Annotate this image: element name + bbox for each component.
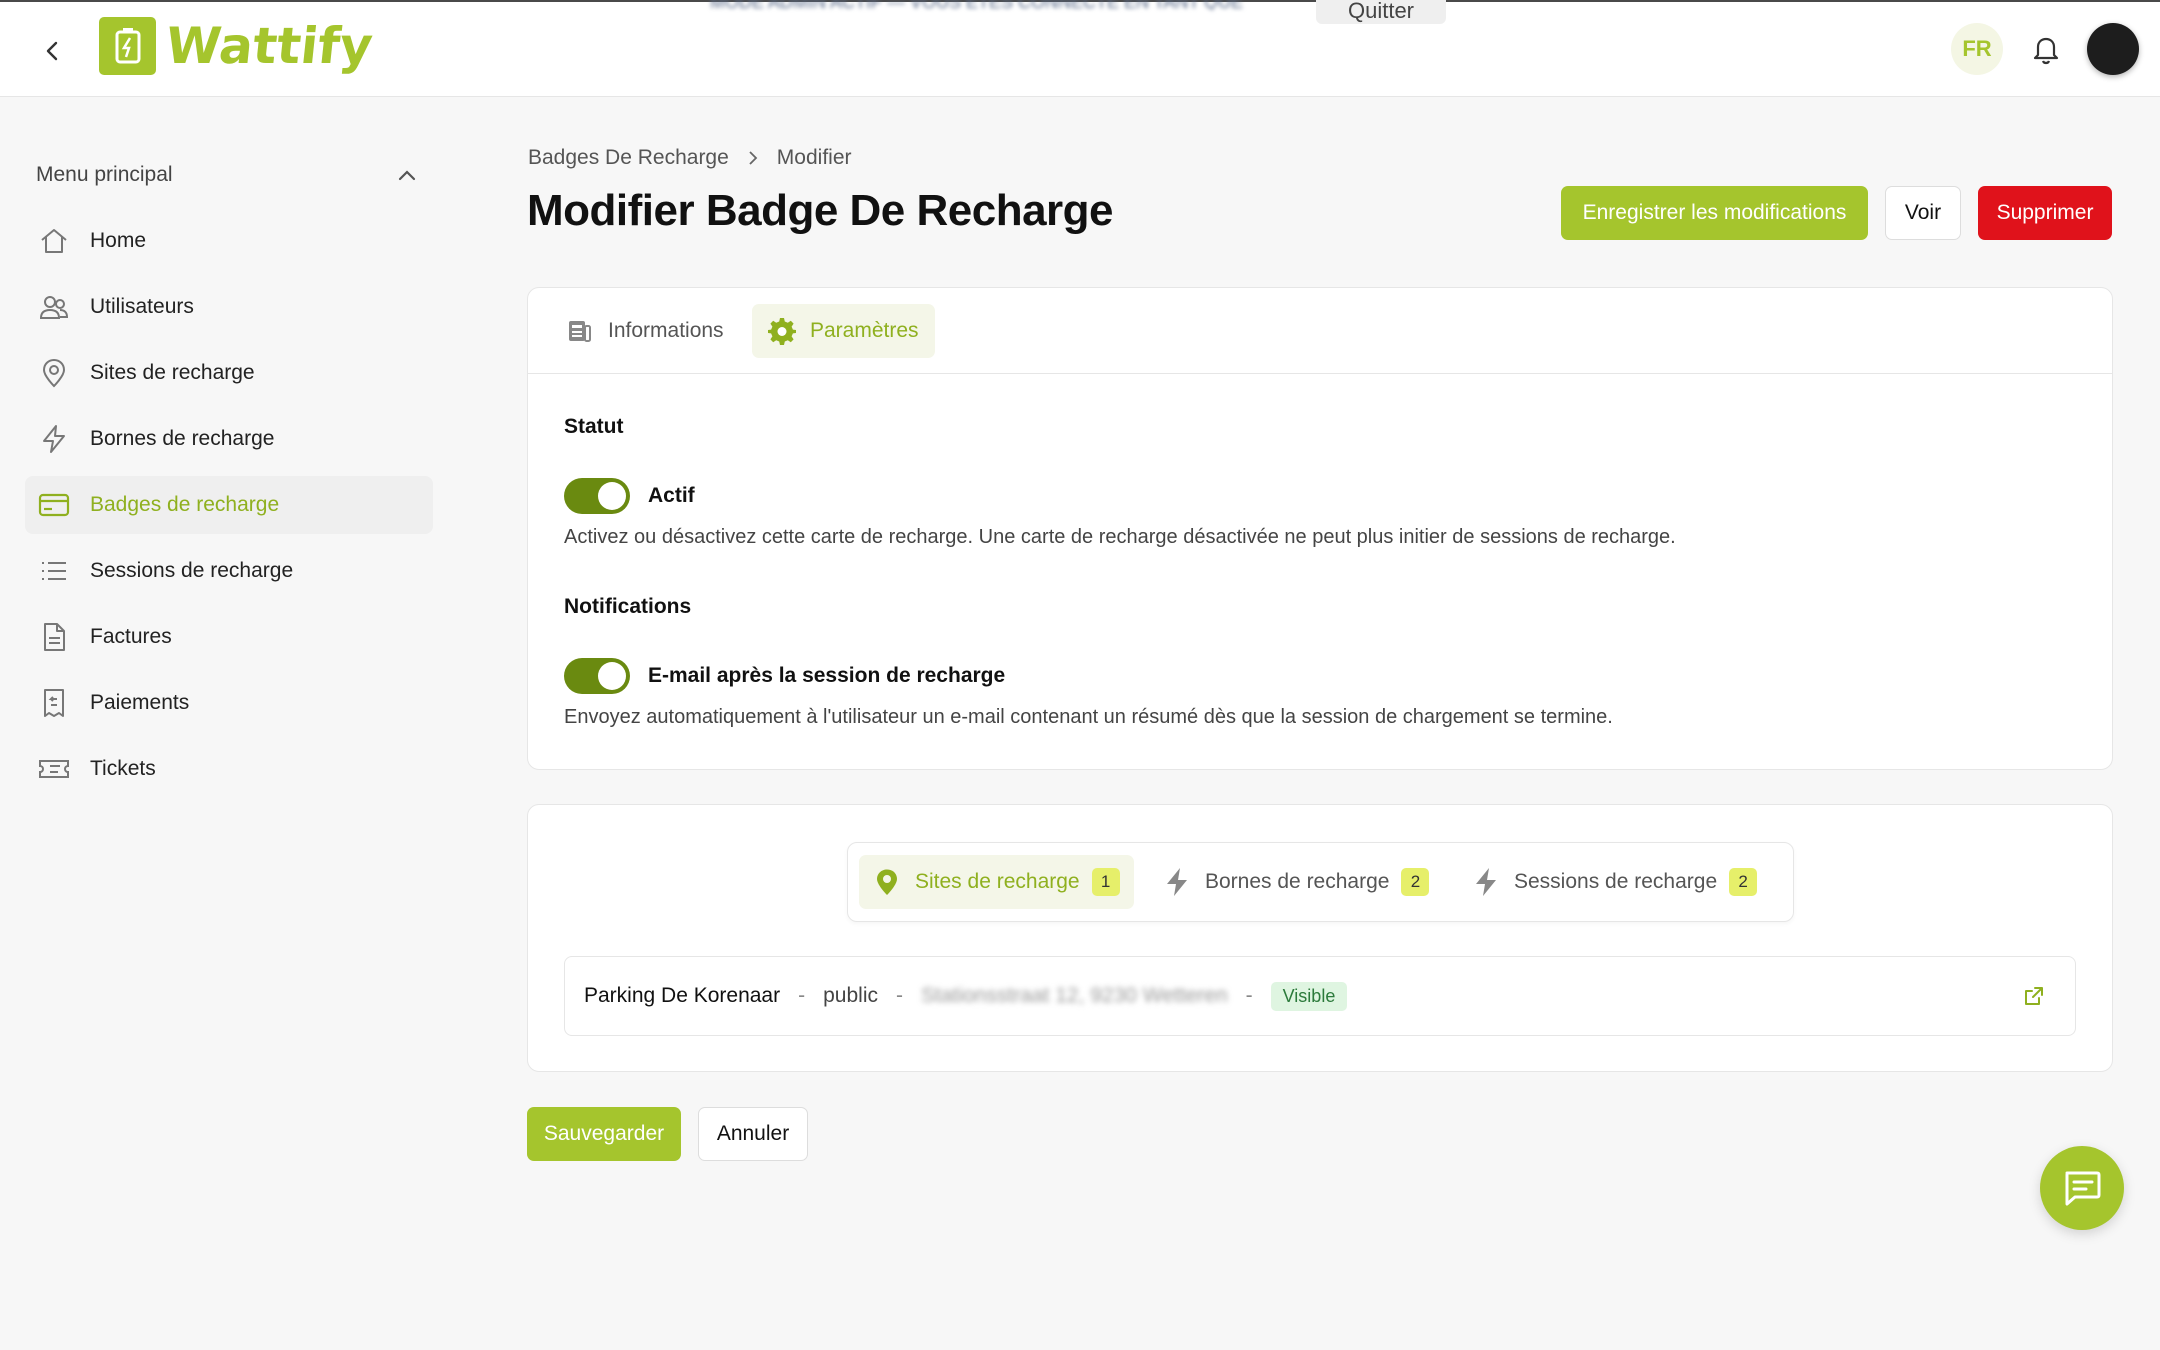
status-badge: Visible (1270, 981, 1348, 1011)
logo[interactable]: Wattify (99, 17, 375, 75)
sidebar-item-label: Bornes de recharge (90, 427, 275, 450)
view-button[interactable]: Voir (1885, 186, 1961, 240)
tab-bar: Informations Paramètres (528, 288, 2112, 374)
map-pin-icon (873, 868, 901, 896)
form-actions: Sauvegarder Annuler (527, 1107, 808, 1161)
tab-label: Sessions de recharge (1514, 870, 1718, 893)
separator: - (798, 984, 806, 1007)
page-title: Modifier Badge De Recharge (527, 186, 1114, 235)
users-icon (37, 290, 71, 324)
sidebar-item-label: Tickets (90, 757, 156, 780)
quit-button[interactable]: Quitter (1316, 0, 1446, 24)
gear-icon (768, 317, 796, 345)
sidebar-item-label: Sessions de recharge (90, 559, 294, 582)
bolt-icon (1163, 868, 1191, 896)
menu-header[interactable]: Menu principal (36, 160, 416, 190)
header-actions: Enregistrer les modifications Voir Suppr… (1561, 186, 2112, 240)
sidebar-item-tickets[interactable]: Tickets (25, 740, 433, 798)
sidebar-item-bornes[interactable]: Bornes de recharge (25, 410, 433, 468)
breadcrumb-parent[interactable]: Badges De Recharge (528, 146, 729, 170)
credit-card-icon (37, 488, 71, 522)
sidebar-item-label: Badges de recharge (90, 493, 280, 516)
site-address: Stationsstraat 12, 9230 Wetteren (920, 984, 1228, 1007)
receipt-icon (37, 686, 71, 720)
logo-text: Wattify (162, 17, 376, 75)
document-icon (37, 620, 71, 654)
notifications-section-title: Notifications (564, 595, 692, 618)
site-name: Parking De Korenaar (584, 984, 781, 1007)
sidebar-item-paiements[interactable]: Paiements (25, 674, 433, 732)
breadcrumb-current: Modifier (776, 146, 852, 169)
battery-icon (99, 17, 156, 75)
email-toggle[interactable] (564, 658, 630, 694)
ticket-icon (37, 752, 71, 786)
chevron-up-icon (398, 170, 416, 181)
email-description: Envoyez automatiquement à l'utilisateur … (564, 706, 1613, 728)
bolt-icon (37, 422, 71, 456)
chevron-left-icon (46, 41, 58, 61)
menu-list: Home Utilisateurs Sites de recharge Born… (25, 212, 433, 806)
sidebar: Menu principal Home Utilisateurs Sites d… (0, 98, 450, 1350)
chat-button[interactable] (2040, 1146, 2124, 1230)
newspaper-icon (566, 317, 594, 345)
tab-bornes-de-recharge[interactable]: Bornes de recharge 2 (1149, 855, 1443, 909)
home-icon (37, 224, 71, 258)
sidebar-item-home[interactable]: Home (25, 212, 433, 270)
sidebar-item-utilisateurs[interactable]: Utilisateurs (25, 278, 433, 336)
active-toggle-row: Actif (564, 478, 695, 514)
menu-title: Menu principal (36, 163, 173, 186)
relations-card: Sites de recharge 1 Bornes de recharge 2… (527, 804, 2113, 1072)
sidebar-item-label: Utilisateurs (90, 295, 194, 318)
separator: - (1245, 984, 1253, 1007)
bolt-icon (1472, 868, 1500, 896)
sidebar-item-sessions[interactable]: Sessions de recharge (25, 542, 433, 600)
tab-label: Bornes de recharge (1205, 870, 1390, 893)
tab-parametres[interactable]: Paramètres (752, 304, 935, 358)
save-changes-button[interactable]: Enregistrer les modifications (1561, 186, 1868, 240)
back-button[interactable] (34, 32, 72, 70)
breadcrumb: Badges De Recharge Modifier (528, 146, 852, 170)
relations-tab-bar: Sites de recharge 1 Bornes de recharge 2… (847, 842, 1794, 922)
sidebar-item-badges[interactable]: Badges de recharge (25, 476, 433, 534)
delete-button[interactable]: Supprimer (1978, 186, 2112, 240)
count-badge: 1 (1091, 868, 1120, 896)
list-item[interactable]: Parking De Korenaar - public - Stationss… (564, 956, 2076, 1036)
save-button[interactable]: Sauvegarder (527, 1107, 681, 1161)
chat-icon (2065, 1171, 2101, 1206)
language-switcher[interactable]: FR (1951, 23, 2003, 75)
active-description: Activez ou désactivez cette carte de rec… (564, 526, 1676, 548)
sidebar-item-label: Home (90, 229, 147, 252)
chevron-right-icon (747, 150, 759, 166)
list-icon (37, 554, 71, 588)
site-type: public (823, 984, 878, 1007)
external-link-icon[interactable] (2023, 985, 2047, 1009)
tab-sites-de-recharge[interactable]: Sites de recharge 1 (859, 855, 1134, 909)
active-toggle-label: Actif (648, 484, 695, 507)
bell-icon (2033, 37, 2059, 65)
tab-label: Paramètres (810, 319, 919, 342)
status-section-title: Statut (564, 415, 624, 438)
sidebar-item-label: Factures (90, 625, 172, 648)
count-badge: 2 (1729, 868, 1758, 896)
email-toggle-row: E-mail après la session de recharge (564, 658, 1005, 694)
cancel-button[interactable]: Annuler (698, 1107, 808, 1161)
sidebar-item-label: Paiements (90, 691, 190, 714)
count-badge: 2 (1401, 868, 1430, 896)
map-pin-icon (37, 356, 71, 390)
tab-informations[interactable]: Informations (550, 304, 740, 358)
avatar[interactable] (2087, 23, 2139, 75)
tab-sessions-de-recharge[interactable]: Sessions de recharge 2 (1458, 855, 1771, 909)
sidebar-item-factures[interactable]: Factures (25, 608, 433, 666)
separator: - (895, 984, 903, 1007)
settings-card: Informations Paramètres Statut Actif Act… (527, 287, 2113, 770)
email-toggle-label: E-mail après la session de recharge (648, 664, 1006, 687)
active-toggle[interactable] (564, 478, 630, 514)
sidebar-item-label: Sites de recharge (90, 361, 255, 384)
admin-banner-text: MODE ADMIN ACTIF — VOUS ÊTES CONNECTÉ EN… (710, 0, 1244, 10)
notifications-button[interactable] (2026, 30, 2066, 70)
tab-label: Informations (608, 319, 724, 342)
top-bar: Wattify MODE ADMIN ACTIF — VOUS ÊTES CON… (0, 0, 2160, 97)
tab-label: Sites de recharge (915, 870, 1080, 893)
sidebar-item-sites[interactable]: Sites de recharge (25, 344, 433, 402)
